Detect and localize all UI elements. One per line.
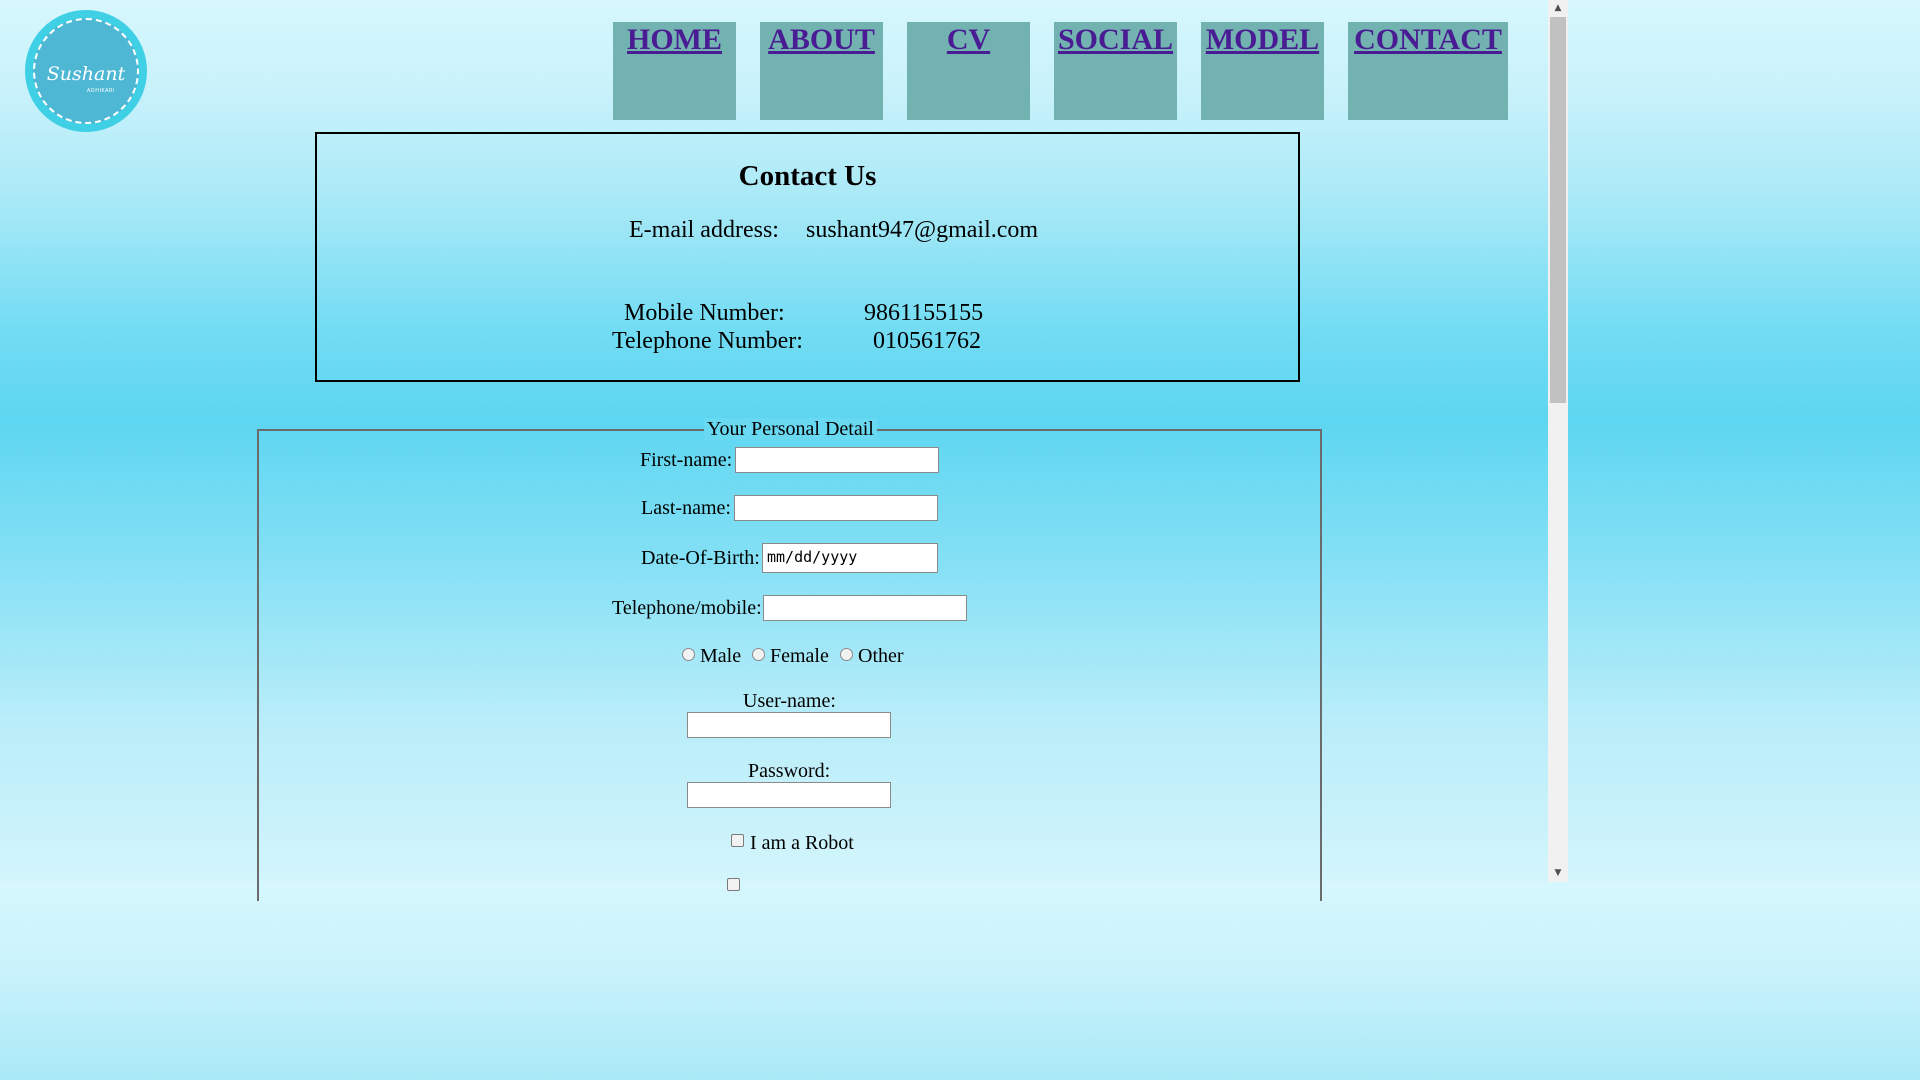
fieldset-legend: Your Personal Detail — [704, 418, 877, 440]
nav-link-contact[interactable]: CONTACT — [1348, 23, 1508, 57]
robot-label: I am a Robot — [750, 832, 854, 854]
gender-female-radio[interactable] — [752, 648, 765, 661]
site-logo[interactable]: Sushant ADHIKARI — [25, 10, 147, 132]
scroll-thumb[interactable] — [1550, 17, 1566, 403]
telephone-label: Telephone Number: — [612, 328, 803, 354]
dob-label: Date-Of-Birth: — [641, 547, 760, 569]
gender-other-label: Other — [858, 645, 904, 667]
last-name-input[interactable] — [734, 495, 938, 521]
phone-input[interactable] — [763, 595, 967, 621]
mobile-value: 9861155155 — [864, 300, 984, 326]
nav-item-cv: CV — [907, 22, 1030, 120]
robot-checkbox[interactable] — [731, 834, 744, 847]
scroll-up-arrow-icon[interactable]: ▲ — [1548, 0, 1568, 17]
page-scrollbar[interactable]: ▲ ▼ — [1548, 0, 1568, 882]
phone-label: Telephone/mobile: — [612, 597, 762, 619]
last-name-label: Last-name: — [641, 497, 731, 519]
nav-item-model: MODEL — [1201, 22, 1324, 120]
next-checkbox[interactable] — [727, 878, 740, 891]
first-name-input[interactable] — [735, 447, 939, 473]
email-label: E-mail address: — [629, 217, 779, 243]
gender-male-label: Male — [700, 645, 742, 667]
nav-link-model[interactable]: MODEL — [1201, 23, 1324, 57]
gender-male-radio[interactable] — [682, 648, 695, 661]
contact-title: Contact Us — [738, 160, 877, 192]
nav-link-about[interactable]: ABOUT — [760, 23, 883, 57]
contact-info-box: Contact Us — [315, 132, 1300, 382]
dob-input[interactable]: mm/dd/yyyy — [762, 543, 938, 573]
nav-item-social: SOCIAL — [1054, 22, 1177, 120]
telephone-value: 010561762 — [873, 328, 981, 354]
scroll-down-arrow-icon[interactable]: ▼ — [1548, 865, 1568, 882]
logo-badge: Sushant ADHIKARI — [33, 18, 139, 124]
nav-item-home: HOME — [613, 22, 736, 120]
password-input[interactable] — [687, 782, 891, 808]
logo-sub-text: ADHIKARI — [86, 88, 115, 94]
nav-link-home[interactable]: HOME — [613, 23, 736, 57]
username-label: User-name: — [743, 690, 836, 712]
first-name-label: First-name: — [640, 449, 733, 471]
mobile-label: Mobile Number: — [624, 300, 785, 326]
email-value: sushant947@gmail.com — [806, 217, 1039, 243]
nav-link-cv[interactable]: CV — [907, 23, 1030, 57]
nav-link-social[interactable]: SOCIAL — [1054, 23, 1177, 57]
nav-item-about: ABOUT — [760, 22, 883, 120]
gender-female-label: Female — [770, 645, 829, 667]
username-input[interactable] — [687, 712, 891, 738]
nav-item-contact: CONTACT — [1348, 22, 1508, 120]
password-label: Password: — [748, 760, 831, 782]
gender-other-radio[interactable] — [840, 648, 853, 661]
logo-script-text: Sushant — [46, 63, 126, 85]
